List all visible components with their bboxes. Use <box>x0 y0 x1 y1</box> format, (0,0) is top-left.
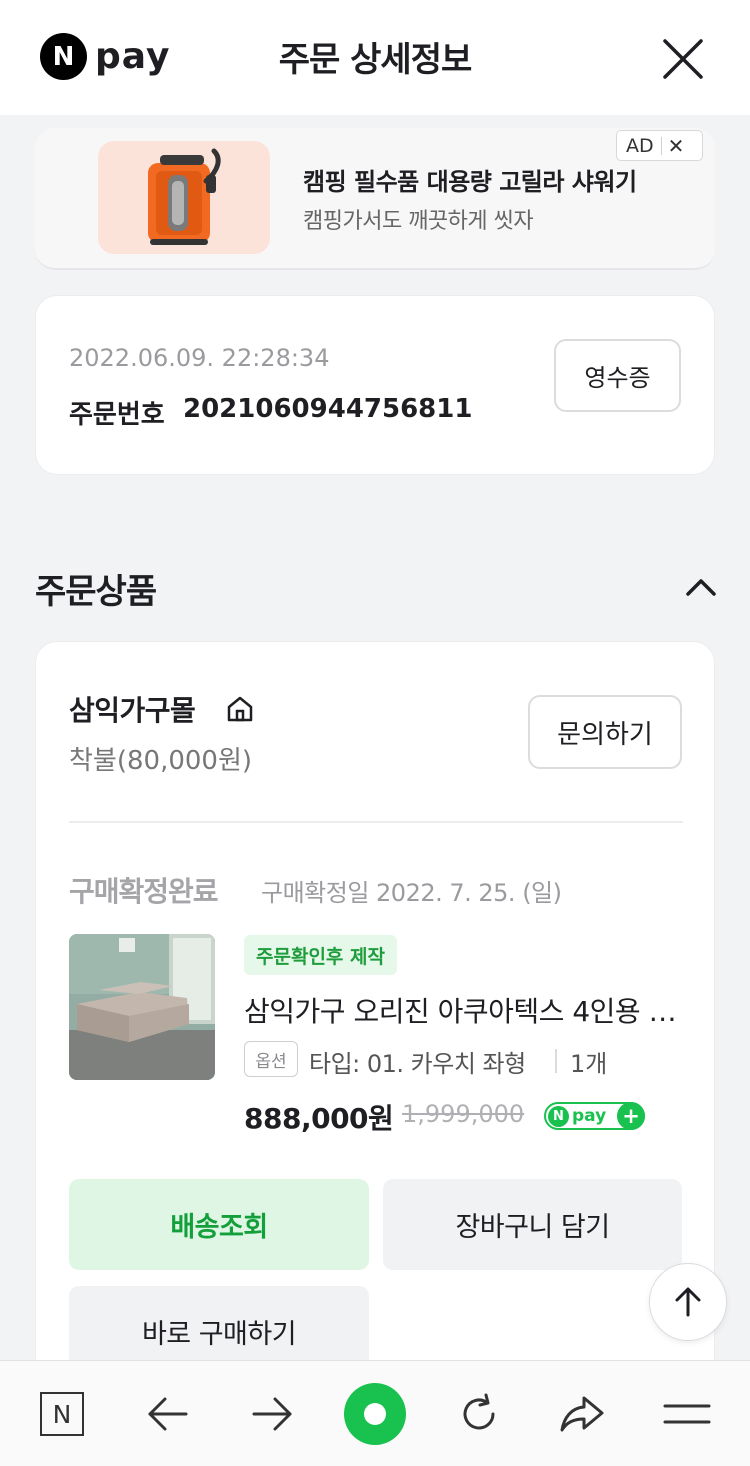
product-option: 타입: 01. 카우치 좌형 <box>309 1050 526 1078</box>
close-icon <box>663 39 703 79</box>
chevron-up-icon <box>686 579 716 596</box>
order-number: 2021060944756811 <box>183 394 473 424</box>
order-info-card: 2022.06.09. 22:28:34 주문번호 20210609447568… <box>35 295 715 475</box>
order-product-card: 삼익가구몰 착불(80,000원) 문의하기 구매확정완료 구매확정일 2022… <box>35 641 715 1401</box>
product-name[interactable]: 삼익가구 오리진 아쿠아텍스 4인용 리클라이너 카우치 소파 <box>244 990 684 1030</box>
order-status: 구매확정완료 <box>69 875 219 908</box>
arrow-right-icon <box>252 1397 292 1431</box>
seller-name[interactable]: 삼익가구몰 <box>69 689 196 729</box>
menu-icon <box>663 1404 711 1424</box>
naver-home-icon: N <box>40 1392 84 1436</box>
plus-icon: + <box>617 1102 645 1130</box>
order-datetime: 2022.06.09. 22:28:34 <box>69 344 330 372</box>
green-dot-button[interactable] <box>344 1361 406 1466</box>
menu-button[interactable] <box>662 1361 712 1466</box>
made-to-order-badge: 주문확인후 제작 <box>244 935 397 975</box>
collapse-toggle[interactable] <box>684 576 718 598</box>
receipt-button[interactable]: 영수증 <box>554 339 681 412</box>
section-title: 주문상품 <box>35 572 157 612</box>
page-title: 주문 상세정보 <box>278 40 473 80</box>
divider <box>69 821 683 823</box>
naver-home-button[interactable]: N <box>34 1361 90 1466</box>
order-number-label: 주문번호 <box>69 400 165 430</box>
ad-product-image <box>98 141 270 254</box>
purchase-confirm-date: 구매확정일 2022. 7. 25. (일) <box>261 879 562 907</box>
arrow-left-icon <box>148 1397 188 1431</box>
option-badge: 옵션 <box>244 1041 298 1077</box>
refresh-button[interactable] <box>454 1361 504 1466</box>
ad-badge: AD ✕ <box>616 130 703 161</box>
browser-toolbar: N <box>0 1360 750 1466</box>
close-button[interactable] <box>660 38 706 80</box>
product-image[interactable] <box>69 934 215 1080</box>
delivery-tracking-button[interactable]: 배송조회 <box>69 1179 369 1270</box>
npay-plus-pay: pay <box>572 1106 607 1126</box>
back-button[interactable] <box>142 1361 194 1466</box>
app-header: N pay 주문 상세정보 <box>0 0 750 115</box>
ad-label: AD <box>617 136 662 155</box>
original-price: 1,999,000 <box>402 1100 525 1128</box>
product-price: 888,000원 <box>244 1102 394 1135</box>
add-to-cart-button[interactable]: 장바구니 담기 <box>383 1179 682 1270</box>
scroll-to-top-button[interactable] <box>649 1263 727 1341</box>
arrow-up-icon <box>675 1287 701 1317</box>
share-button[interactable] <box>556 1361 608 1466</box>
product-quantity: 1개 <box>570 1050 608 1078</box>
home-icon[interactable] <box>224 694 256 724</box>
share-icon <box>560 1396 604 1432</box>
npay-plus-badge: N pay + <box>544 1102 645 1130</box>
refresh-icon <box>463 1393 495 1430</box>
forward-button[interactable] <box>246 1361 298 1466</box>
ad-banner[interactable]: 캠핑 필수품 대용량 고릴라 샤워기 캠핑가서도 깨끗하게 씻자 AD ✕ <box>35 128 715 270</box>
ad-subtitle: 캠핑가서도 깨끗하게 씻자 <box>303 209 534 234</box>
option-separator <box>555 1049 557 1073</box>
npay-plus-n: N <box>548 1105 569 1127</box>
shipping-fee: 착불(80,000원) <box>69 746 253 776</box>
ad-close-icon[interactable]: ✕ <box>662 134 685 158</box>
inquiry-button[interactable]: 문의하기 <box>528 695 682 769</box>
ad-title: 캠핑 필수품 대용량 고릴라 샤워기 <box>303 168 637 196</box>
green-dot-icon <box>344 1383 406 1445</box>
